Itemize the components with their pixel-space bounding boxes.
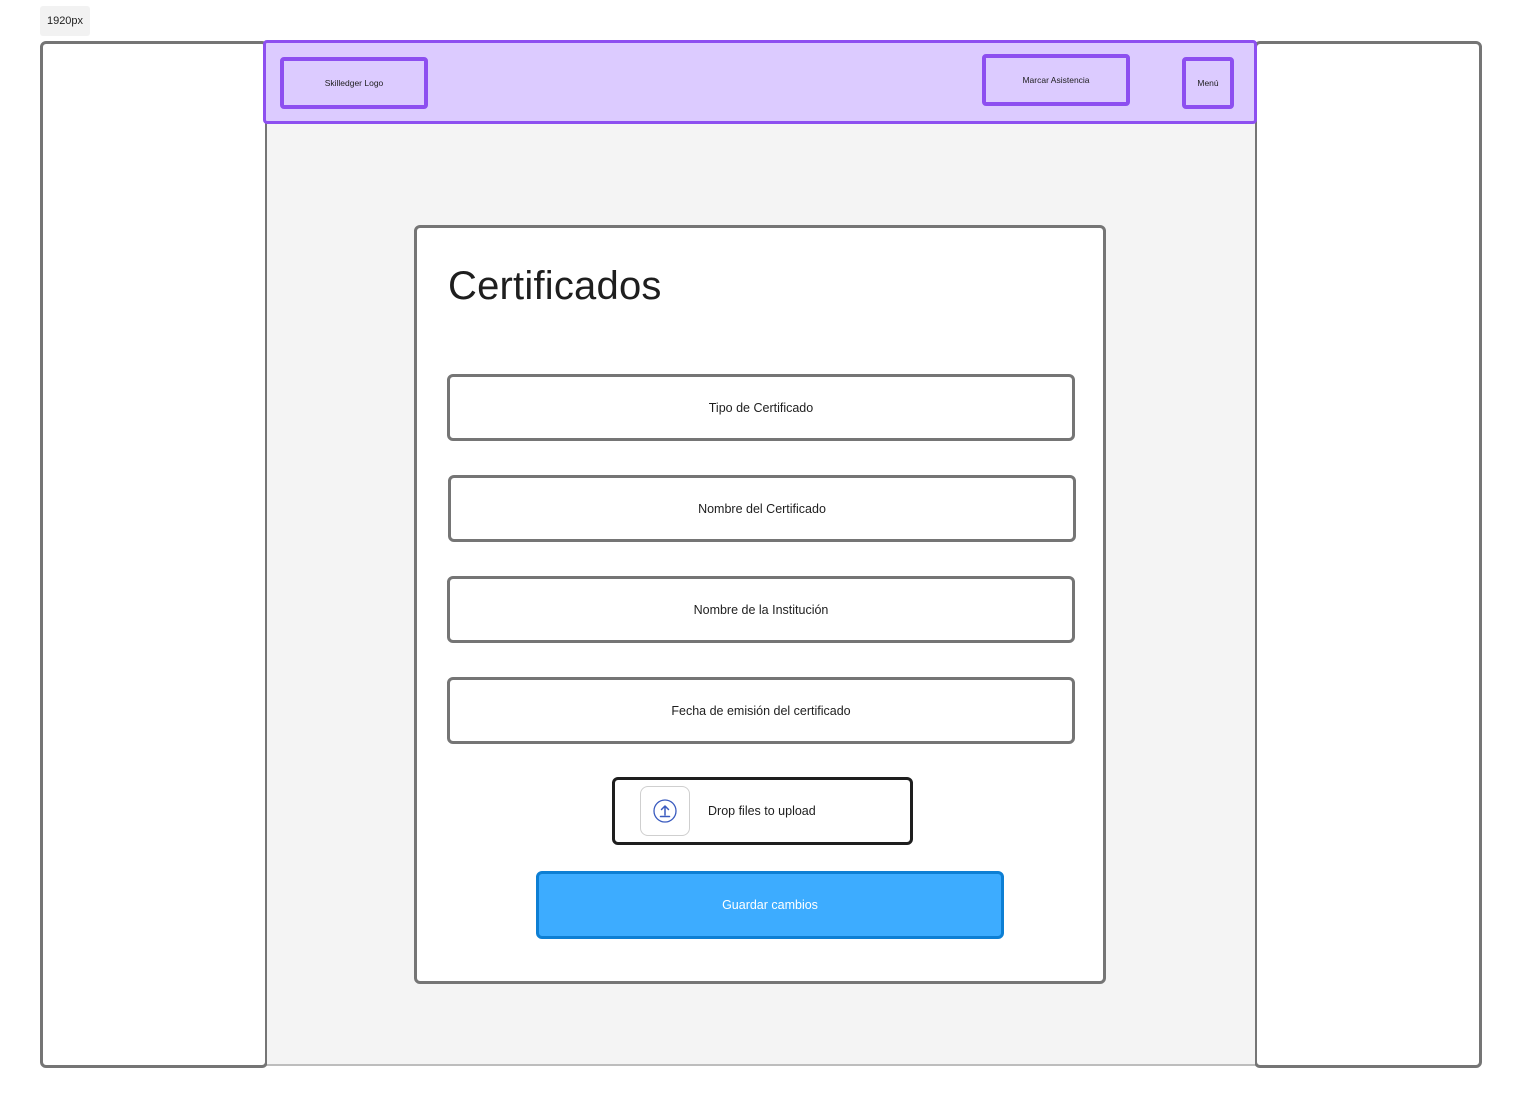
right-side-panel — [1254, 41, 1482, 1068]
certificate-type-field[interactable]: Tipo de Certificado — [447, 374, 1075, 441]
institution-name-field[interactable]: Nombre de la Institución — [447, 576, 1075, 643]
certificate-name-field[interactable]: Nombre del Certificado — [448, 475, 1076, 542]
skilledger-logo[interactable]: Skilledger Logo — [280, 57, 428, 109]
file-upload-dropzone[interactable]: Drop files to upload — [612, 777, 913, 845]
left-side-panel — [40, 41, 268, 1068]
frame-size-label: 1920px — [40, 6, 90, 36]
upload-icon-glyph — [653, 799, 677, 823]
mark-attendance-button[interactable]: Marcar Asistencia — [982, 54, 1130, 106]
issue-date-field[interactable]: Fecha de emisión del certificado — [447, 677, 1075, 744]
upload-icon — [640, 786, 690, 836]
save-changes-button[interactable]: Guardar cambios — [536, 871, 1004, 939]
top-header: Skilledger Logo Marcar Asistencia Menú — [263, 40, 1257, 124]
upload-label: Drop files to upload — [708, 804, 816, 818]
menu-button[interactable]: Menú — [1182, 57, 1234, 109]
certificates-form-card: Certificados Tipo de Certificado Nombre … — [414, 225, 1106, 984]
page-title: Certificados — [448, 264, 662, 308]
